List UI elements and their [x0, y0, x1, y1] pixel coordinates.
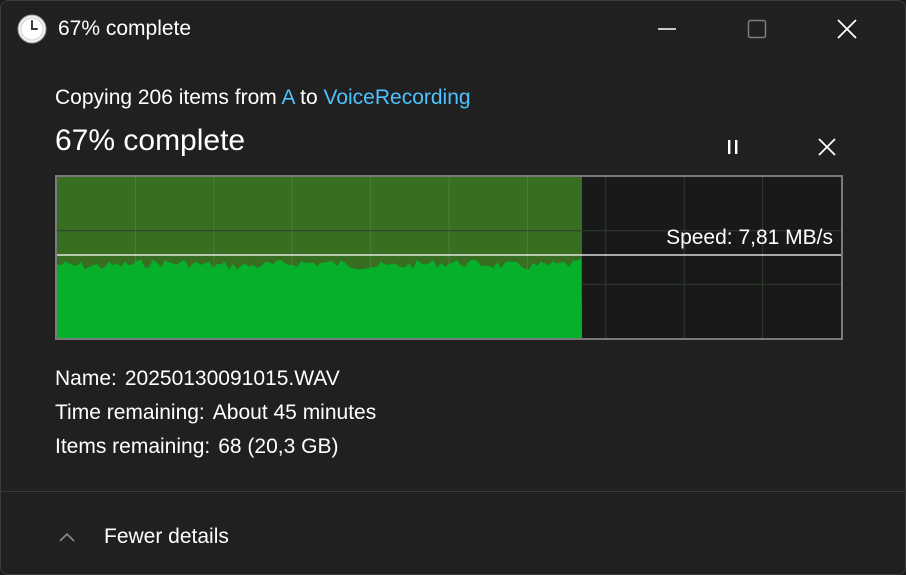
transfer-details: Name: 20250130091015.WAV Time remaining: A…: [55, 365, 376, 467]
minimize-button[interactable]: [622, 1, 712, 57]
summary-middle: to: [294, 86, 324, 109]
title-bar[interactable]: 67% complete: [1, 1, 905, 57]
detail-row-items: Items remaining: 68 (20,3 GB): [55, 433, 376, 467]
source-folder-link[interactable]: A: [281, 86, 294, 109]
detail-row-time: Time remaining: About 45 minutes: [55, 399, 376, 433]
copy-progress-window: 67% complete Copying 206 items from A to…: [0, 0, 906, 575]
pause-icon: [728, 140, 738, 154]
name-label: Name:: [55, 367, 117, 390]
maximize-button[interactable]: [712, 1, 802, 57]
items-remaining-value: 68 (20,3 GB): [218, 435, 339, 458]
cancel-copy-button[interactable]: [807, 131, 847, 163]
close-icon: [818, 138, 836, 156]
clock-icon: [17, 14, 47, 44]
window-title: 67% complete: [58, 17, 192, 40]
items-remaining-label: Items remaining:: [55, 435, 211, 458]
progress-percent-heading: 67% complete: [55, 124, 246, 157]
close-window-button[interactable]: [802, 1, 892, 57]
speed-label: Speed: 7,81 MB/s: [666, 226, 833, 249]
detail-row-name: Name: 20250130091015.WAV: [55, 365, 376, 399]
footer-divider: [1, 491, 905, 492]
throughput-area: [57, 258, 582, 338]
transfer-speed-graph: Speed: 7,81 MB/s: [55, 175, 843, 340]
close-icon: [837, 19, 857, 39]
pause-button[interactable]: [713, 131, 753, 163]
fewer-details-label: Fewer details: [104, 525, 229, 548]
time-remaining-value: About 45 minutes: [212, 401, 377, 424]
fewer-details-toggle[interactable]: Fewer details: [57, 520, 229, 554]
chevron-up-icon: [57, 526, 91, 548]
minimize-icon: [658, 28, 676, 30]
destination-folder-link[interactable]: VoiceRecording: [323, 86, 470, 109]
speed-graph-canvas: [57, 177, 841, 338]
copy-summary: Copying 206 items from A to VoiceRecordi…: [55, 86, 471, 110]
time-remaining-label: Time remaining:: [55, 401, 205, 424]
summary-prefix: Copying 206 items from: [55, 86, 282, 109]
name-value: 20250130091015.WAV: [124, 367, 340, 390]
maximize-icon: [747, 19, 767, 39]
